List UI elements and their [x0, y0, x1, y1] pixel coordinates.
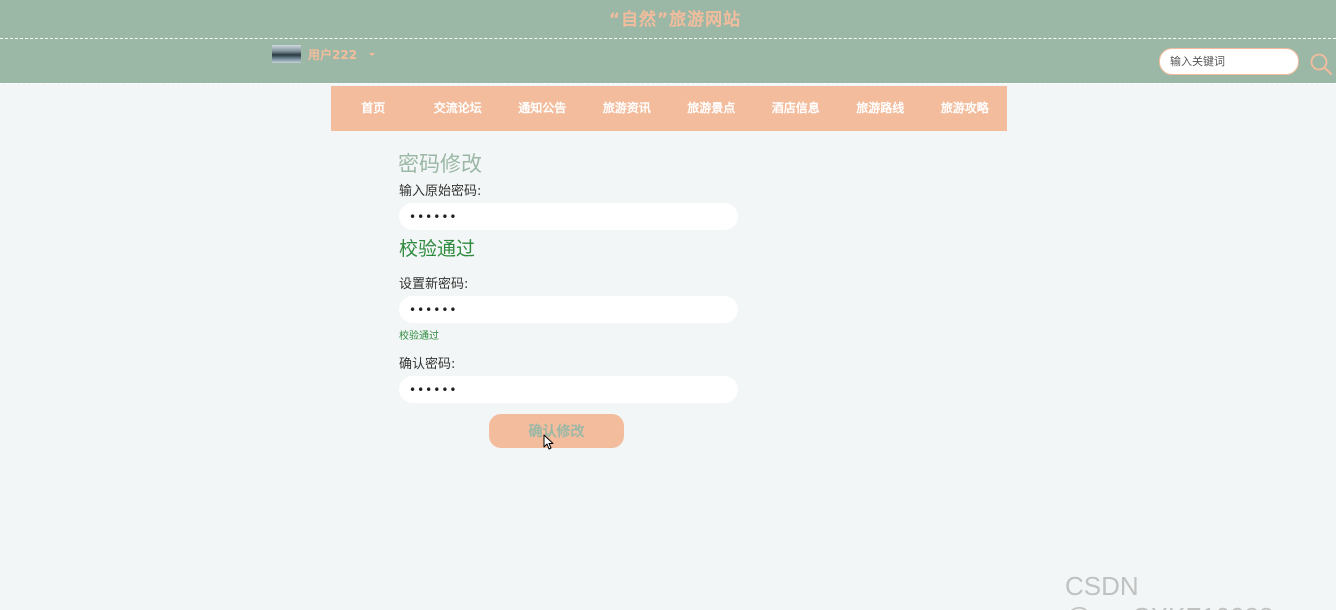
main-nav: 首页 交流论坛 通知公告 旅游资讯 旅游景点 酒店信息 旅游路线 旅游攻略: [331, 86, 1007, 131]
username[interactable]: 用户222: [308, 46, 357, 63]
old-password-field[interactable]: [399, 203, 738, 230]
user-menu[interactable]: 用户222: [272, 44, 376, 64]
site-title: “自然”旅游网站: [608, 10, 742, 30]
new-password-field[interactable]: [399, 296, 738, 323]
nav-item-notices[interactable]: 通知公告: [500, 86, 585, 131]
old-password-label: 输入原始密码:: [399, 184, 482, 199]
nav-item-guides[interactable]: 旅游攻略: [923, 86, 1008, 131]
search-input[interactable]: [1159, 48, 1299, 75]
new-password-validation: 校验通过: [399, 331, 439, 342]
confirm-password-label: 确认密码:: [399, 357, 456, 372]
page-title: 密码修改: [398, 152, 482, 176]
nav-divider: [0, 83, 1336, 84]
nav-item-home[interactable]: 首页: [331, 86, 416, 131]
nav-item-routes[interactable]: 旅游路线: [838, 86, 923, 131]
new-password-label: 设置新密码:: [399, 277, 469, 292]
confirm-change-button[interactable]: 确认修改: [489, 414, 624, 448]
nav-item-hotels[interactable]: 酒店信息: [754, 86, 839, 131]
nav-item-attractions[interactable]: 旅游景点: [669, 86, 754, 131]
nav-item-forum[interactable]: 交流论坛: [416, 86, 501, 131]
watermark: CSDN @vx_CXKF10088: [1065, 571, 1274, 610]
mouse-pointer-icon: [543, 434, 554, 450]
header-divider: [0, 38, 1336, 39]
old-password-validation: 校验通过: [399, 238, 476, 260]
caret-down-icon[interactable]: [369, 52, 376, 56]
avatar[interactable]: [272, 45, 301, 63]
nav-item-news[interactable]: 旅游资讯: [585, 86, 670, 131]
page-root: “自然”旅游网站 用户222 首页 交流论坛 通知公告 旅游资讯 旅游景点 酒店…: [0, 0, 1336, 610]
search-icon[interactable]: [1309, 52, 1333, 76]
header: “自然”旅游网站 用户222: [0, 0, 1336, 83]
confirm-password-field[interactable]: [399, 376, 738, 403]
